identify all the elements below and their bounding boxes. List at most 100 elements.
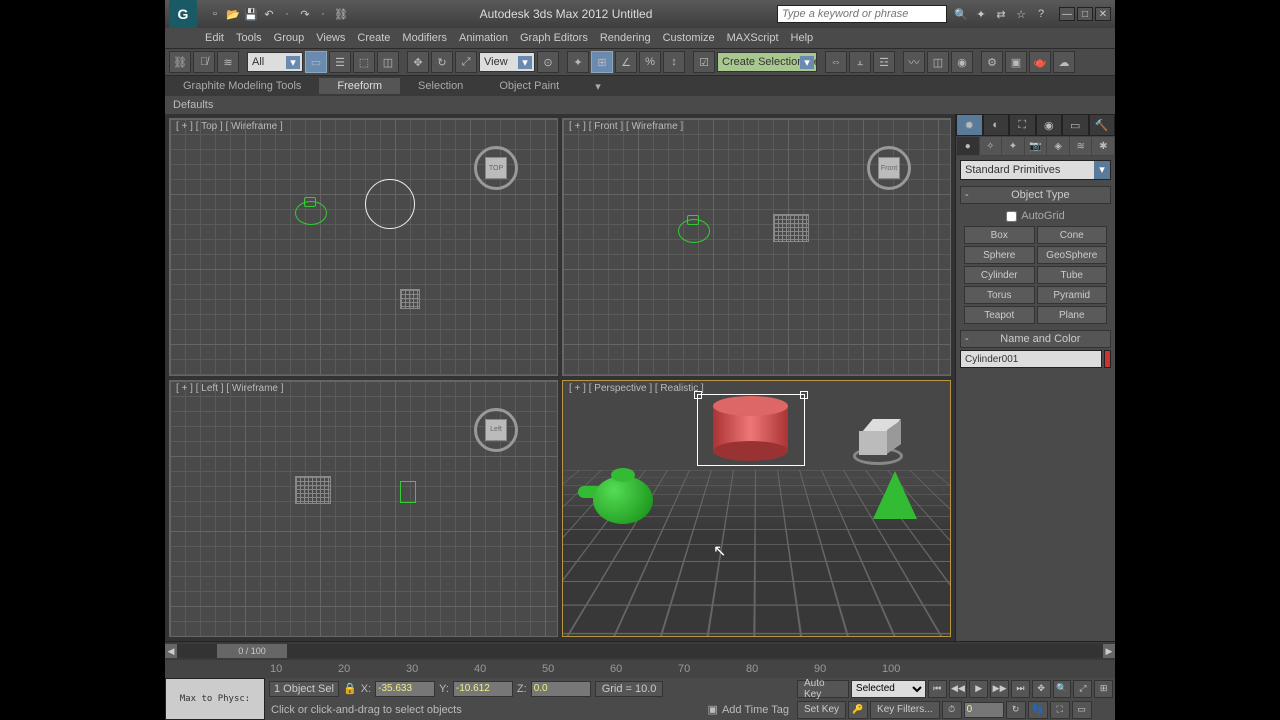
- cone-object[interactable]: [873, 471, 917, 519]
- time-slider[interactable]: ◀ 0 / 100 ▶: [165, 642, 1115, 660]
- key-icon[interactable]: ✦: [973, 6, 989, 22]
- btn-cylinder[interactable]: Cylinder: [964, 266, 1035, 284]
- binoculars-icon[interactable]: 🔍: [953, 6, 969, 22]
- menu-group[interactable]: Group: [274, 32, 305, 44]
- render-frame-icon[interactable]: ▣: [1005, 51, 1027, 73]
- btn-plane[interactable]: Plane: [1037, 306, 1108, 324]
- select-region-icon[interactable]: ⬚: [353, 51, 375, 73]
- link-tool-icon[interactable]: ⛓: [169, 51, 191, 73]
- lock-icon[interactable]: 🔒: [343, 682, 357, 695]
- search-input[interactable]: [777, 5, 947, 23]
- link-icon[interactable]: ⛓: [333, 6, 349, 22]
- keymode-select[interactable]: Selected: [851, 680, 926, 698]
- next-frame-icon[interactable]: ▶▶: [990, 680, 1009, 698]
- unlink-tool-icon[interactable]: ⛓̸: [193, 51, 215, 73]
- angle-snap-icon[interactable]: ∠: [615, 51, 637, 73]
- redo-icon[interactable]: ↷: [297, 6, 313, 22]
- menu-create[interactable]: Create: [357, 32, 390, 44]
- subtab-systems-icon[interactable]: ✱: [1092, 137, 1114, 155]
- add-time-tag[interactable]: ▣ Add Time Tag: [708, 703, 789, 716]
- nav-fov-icon[interactable]: ⤢: [1073, 680, 1092, 698]
- selection-set-combo[interactable]: Create Selection Se: [717, 52, 817, 72]
- ribbon-tab-selection[interactable]: Selection: [400, 78, 481, 94]
- scale-tool-icon[interactable]: ⤢: [455, 51, 477, 73]
- align-icon[interactable]: ⫠: [849, 51, 871, 73]
- panel-tab-modify-icon[interactable]: ◐: [983, 114, 1010, 136]
- nav-pan-icon[interactable]: ✥: [1032, 680, 1051, 698]
- goto-end-icon[interactable]: ⏭: [1011, 680, 1030, 698]
- viewport-perspective[interactable]: [ + ] [ Perspective ] [ Realistic ] ↖: [562, 380, 951, 638]
- maxscript-mini[interactable]: Max to Physc:: [165, 678, 265, 720]
- panel-tab-create-icon[interactable]: ✹: [956, 114, 983, 136]
- time-prev-icon[interactable]: ◀: [165, 644, 177, 658]
- minimize-button[interactable]: —: [1059, 7, 1075, 21]
- named-sel-icon[interactable]: ☑: [693, 51, 715, 73]
- time-config-icon[interactable]: ⏱: [942, 701, 962, 719]
- play-icon[interactable]: ▶: [969, 680, 988, 698]
- viewport-front[interactable]: [ + ] [ Front ] [ Wireframe ] Front: [562, 118, 951, 376]
- ref-coord-combo[interactable]: View: [479, 52, 535, 72]
- btn-sphere[interactable]: Sphere: [964, 246, 1035, 264]
- keyfilters-button[interactable]: Key Filters...: [870, 701, 940, 719]
- select-name-icon[interactable]: ☰: [329, 51, 351, 73]
- key-icon[interactable]: 🔑: [848, 701, 868, 719]
- prev-frame-icon[interactable]: ◀◀: [949, 680, 968, 698]
- primitive-type-combo[interactable]: Standard Primitives: [960, 160, 1111, 180]
- menu-views[interactable]: Views: [316, 32, 345, 44]
- nav-walk-icon[interactable]: 👣: [1028, 701, 1048, 719]
- subtab-spacewarps-icon[interactable]: ≋: [1070, 137, 1092, 155]
- panel-tab-display-icon[interactable]: ▭: [1062, 114, 1089, 136]
- selection-filter-combo[interactable]: All: [247, 52, 303, 72]
- autogrid-checkbox[interactable]: AutoGrid: [964, 210, 1107, 222]
- ribbon-tab-graphite[interactable]: Graphite Modeling Tools: [165, 78, 319, 94]
- menu-maxscript[interactable]: MAXScript: [727, 32, 779, 44]
- panel-tab-motion-icon[interactable]: ◉: [1036, 114, 1063, 136]
- bind-icon[interactable]: ≋: [217, 51, 239, 73]
- mirror-icon[interactable]: ⇔: [825, 51, 847, 73]
- menu-modifiers[interactable]: Modifiers: [402, 32, 447, 44]
- select-tool-icon[interactable]: ▭: [305, 51, 327, 73]
- undo-icon[interactable]: ↶: [261, 6, 277, 22]
- maximize-button[interactable]: □: [1077, 7, 1093, 21]
- rollout-name-color[interactable]: -Name and Color: [960, 330, 1111, 348]
- ribbon-defaults-label[interactable]: Defaults: [173, 99, 213, 111]
- rollout-object-type[interactable]: -Object Type: [960, 186, 1111, 204]
- ribbon-more-icon[interactable]: ▾: [577, 78, 619, 95]
- time-handle[interactable]: 0 / 100: [217, 644, 287, 658]
- app-logo[interactable]: G: [169, 0, 197, 28]
- layers-icon[interactable]: ☲: [873, 51, 895, 73]
- subtab-lights-icon[interactable]: ✦: [1002, 137, 1024, 155]
- coord-x-input[interactable]: [375, 681, 435, 697]
- object-color-swatch[interactable]: [1104, 350, 1111, 368]
- menu-help[interactable]: Help: [791, 32, 814, 44]
- help-icon[interactable]: ?: [1033, 6, 1049, 22]
- ribbon-tab-freeform[interactable]: Freeform: [319, 78, 400, 94]
- schematic-icon[interactable]: ◫: [927, 51, 949, 73]
- menu-rendering[interactable]: Rendering: [600, 32, 651, 44]
- btn-box[interactable]: Box: [964, 226, 1035, 244]
- save-icon[interactable]: 💾: [243, 6, 259, 22]
- btn-teapot[interactable]: Teapot: [964, 306, 1035, 324]
- menu-grapheditors[interactable]: Graph Editors: [520, 32, 588, 44]
- nav-all-icon[interactable]: ⊞: [1094, 680, 1113, 698]
- subtab-cameras-icon[interactable]: 📷: [1025, 137, 1047, 155]
- rotate-tool-icon[interactable]: ↻: [431, 51, 453, 73]
- curve-editor-icon[interactable]: 〰: [903, 51, 925, 73]
- percent-snap-icon[interactable]: %: [639, 51, 661, 73]
- setkey-button[interactable]: Set Key: [797, 701, 846, 719]
- panel-tab-utilities-icon[interactable]: 🔨: [1089, 114, 1116, 136]
- nav-region-icon[interactable]: ▭: [1072, 701, 1092, 719]
- goto-start-icon[interactable]: ⏮: [928, 680, 947, 698]
- render-setup-icon[interactable]: ⚙: [981, 51, 1003, 73]
- new-icon[interactable]: ▫: [207, 6, 223, 22]
- box-object[interactable]: [859, 419, 895, 455]
- material-editor-icon[interactable]: ◉: [951, 51, 973, 73]
- cylinder-object[interactable]: [713, 396, 788, 451]
- subtab-helpers-icon[interactable]: ◈: [1047, 137, 1069, 155]
- btn-pyramid[interactable]: Pyramid: [1037, 286, 1108, 304]
- menu-customize[interactable]: Customize: [663, 32, 715, 44]
- autokey-button[interactable]: Auto Key: [797, 680, 849, 698]
- spinner-snap-icon[interactable]: ↕: [663, 51, 685, 73]
- move-tool-icon[interactable]: ✥: [407, 51, 429, 73]
- subtab-geometry-icon[interactable]: ●: [957, 137, 979, 155]
